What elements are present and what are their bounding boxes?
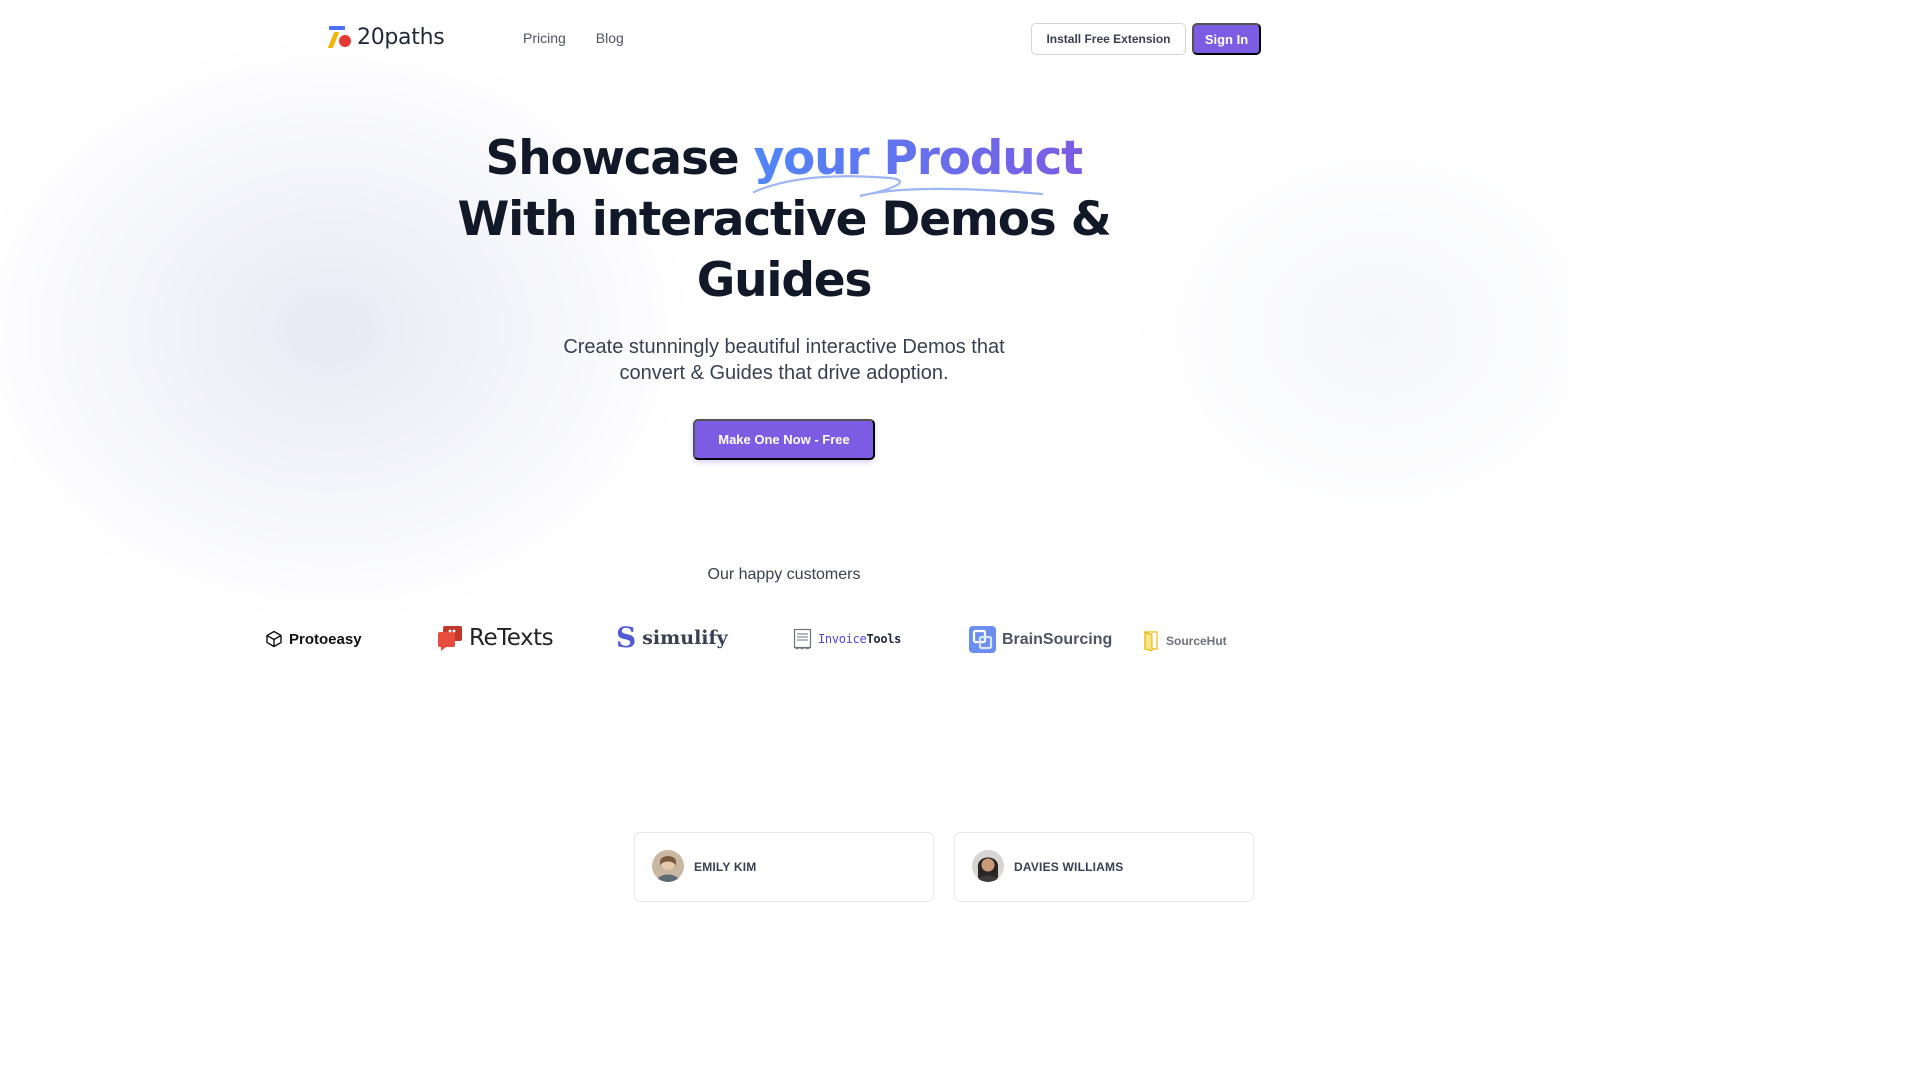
receipt-icon — [793, 628, 812, 650]
customer-logo-protoeasy: Protoeasy — [265, 630, 362, 648]
sign-in-button[interactable]: Sign In — [1192, 23, 1261, 55]
customer-name-part2: Tools — [866, 632, 902, 646]
customer-logos: Protoeasy ReTexts S simulify InvoiceTool… — [0, 622, 1568, 658]
customer-name: BrainSourcing — [1002, 630, 1113, 648]
testimonial-name: EMILY KIM — [694, 860, 757, 874]
brand-logo[interactable]: 20paths — [327, 24, 445, 50]
install-extension-button[interactable]: Install Free Extension — [1031, 23, 1186, 55]
headline-line2: With interactive Demos & — [457, 192, 1111, 247]
chat-bubble-icon — [438, 626, 462, 651]
headline-part1: Showcase — [485, 131, 754, 186]
customer-logo-retexts: ReTexts — [437, 624, 554, 652]
make-one-now-button[interactable]: Make One Now - Free — [693, 419, 875, 460]
hero-subhead: Create stunningly beautiful interactive … — [0, 334, 1568, 386]
customer-name-part1: Invoice — [818, 632, 867, 646]
door-icon — [1144, 631, 1158, 651]
customers-title: Our happy customers — [707, 566, 861, 583]
customer-name: simulify — [642, 627, 728, 649]
nav-link-pricing[interactable]: Pricing — [523, 30, 566, 46]
cube-icon — [266, 630, 282, 648]
hero-headline: Showcase your Product With interactive D… — [0, 128, 1568, 311]
s-letter-icon: S — [616, 621, 637, 654]
nav-links: Pricing Blog — [523, 30, 624, 46]
nav-link-blog[interactable]: Blog — [596, 30, 624, 46]
headline-line3: Guides — [696, 253, 873, 308]
customer-name: InvoiceTools — [818, 632, 901, 646]
testimonial-card: DAVIES WILLIAMS — [954, 832, 1254, 902]
subhead-line1: Create stunningly beautiful interactive … — [563, 336, 1005, 358]
testimonial-name: DAVIES WILLIAMS — [1014, 860, 1124, 874]
customer-logo-invoicetools: InvoiceTools — [793, 628, 901, 650]
brand-mark-icon — [327, 24, 353, 50]
avatar — [972, 850, 1004, 882]
customer-logo-simulify: S simulify — [616, 624, 728, 652]
hero-section: Showcase your Product With interactive D… — [0, 128, 1568, 386]
customer-logo-sourcehut: SourceHut — [1143, 630, 1227, 651]
headline-accent: your Product — [753, 131, 1084, 186]
avatar — [652, 850, 684, 882]
brand-name: 20paths — [357, 24, 445, 50]
customer-name: Protoeasy — [289, 630, 362, 648]
top-nav: 20paths Pricing Blog Install Free Extens… — [0, 0, 1568, 78]
customer-name: SourceHut — [1166, 633, 1227, 648]
subhead-line2: convert & Guides that drive adoption. — [619, 362, 949, 384]
squares-icon — [969, 626, 996, 653]
customer-name: ReTexts — [469, 625, 554, 651]
testimonial-card: EMILY KIM — [634, 832, 934, 902]
customer-logo-brainsourcing: BrainSourcing — [969, 626, 1112, 653]
